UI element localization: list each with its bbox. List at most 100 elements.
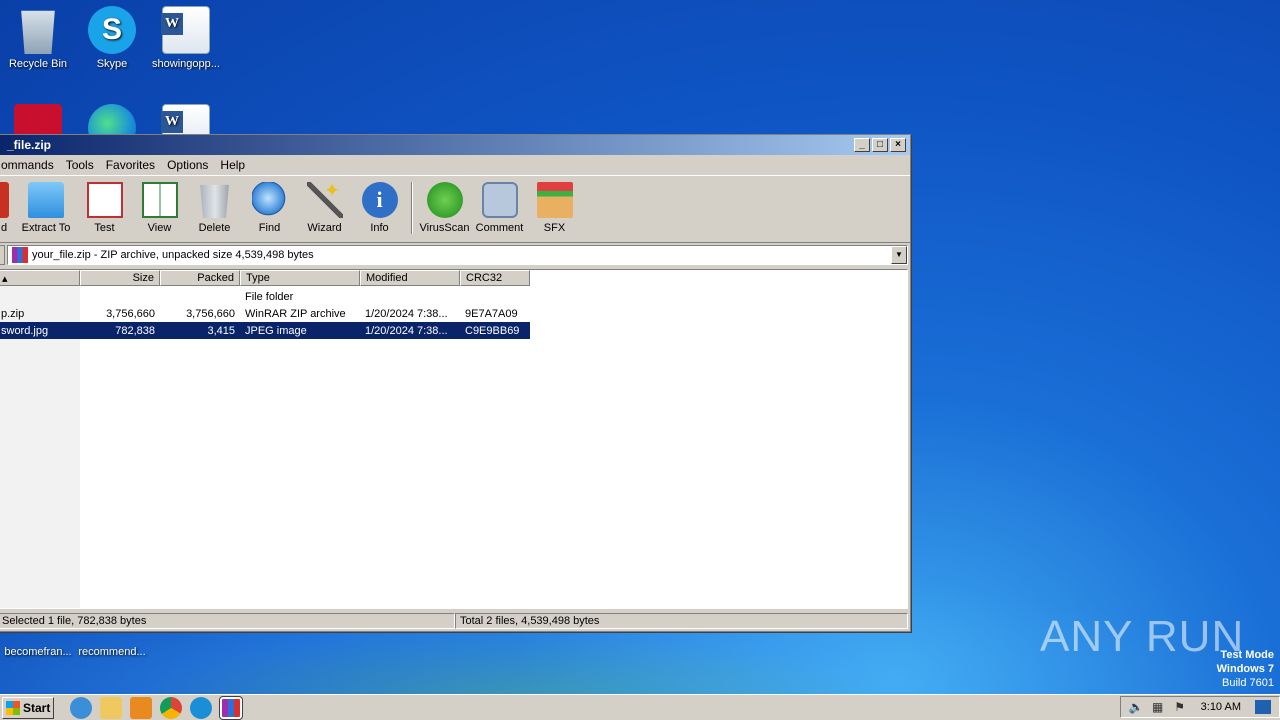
clock[interactable]: 3:10 AM: [1195, 701, 1247, 713]
edge-taskbar-icon[interactable]: [190, 696, 212, 719]
desktop-icon-recycle-bin[interactable]: Recycle Bin: [0, 6, 76, 70]
desktop-icon-becomefran[interactable]: becomefran...: [0, 646, 76, 658]
cell-packed: 3,756,660: [186, 307, 235, 320]
wizard-button[interactable]: Wizard: [297, 178, 352, 234]
address-field[interactable]: your_file.zip - ZIP archive, unpacked si…: [7, 245, 908, 265]
cell-crc32: 9E7A7A09: [465, 307, 518, 320]
status-selection: Selected 1 file, 782,838 bytes: [0, 613, 455, 629]
table-row[interactable]: p.zip 3,756,660 3,756,660 WinRAR ZIP arc…: [0, 305, 530, 322]
add-button[interactable]: d: [0, 180, 15, 234]
test-checklist-icon: [86, 182, 123, 218]
desktop-icon-showingopp[interactable]: W showingopp...: [148, 6, 224, 70]
comment-label: Comment: [475, 222, 524, 234]
address-dropdown-button[interactable]: ▼: [891, 246, 907, 264]
extract-to-button[interactable]: Extract To: [15, 180, 77, 234]
word-document-icon: W: [161, 6, 210, 54]
menu-help[interactable]: Help: [214, 158, 251, 175]
file-explorer-icon[interactable]: [100, 696, 122, 719]
volume-icon[interactable]: 🔈: [1129, 700, 1144, 714]
column-crc32[interactable]: CRC32: [460, 270, 530, 286]
chrome-icon[interactable]: [160, 696, 182, 719]
desktop-icon-skype[interactable]: S Skype: [74, 6, 150, 70]
cell-crc32: C9E9BB69: [465, 324, 520, 337]
address-bar: your_file.zip - ZIP archive, unpacked si…: [0, 243, 910, 267]
find-label: Find: [258, 222, 281, 234]
find-button[interactable]: Find: [242, 180, 297, 234]
address-text: your_file.zip - ZIP archive, unpacked si…: [32, 249, 314, 261]
up-folder-button[interactable]: [0, 245, 5, 265]
start-button[interactable]: Start: [2, 696, 54, 719]
sfx-label: SFX: [543, 222, 566, 234]
column-modified[interactable]: Modified: [360, 270, 460, 286]
maximize-button[interactable]: □: [872, 138, 888, 152]
winrar-archive-icon: [12, 247, 28, 263]
windows-version-line: Windows 7: [1216, 663, 1274, 675]
toolbar-separator: [411, 182, 413, 234]
comment-icon: [481, 182, 518, 218]
cell-type: JPEG image: [245, 324, 307, 337]
view-button[interactable]: View: [132, 180, 187, 234]
magnifier-icon: [251, 182, 288, 218]
comment-button[interactable]: Comment: [472, 180, 527, 234]
cell-name: p.zip: [1, 307, 25, 320]
table-row[interactable]: File folder: [0, 288, 530, 305]
column-name[interactable]: ▴: [0, 270, 80, 286]
folder-extract-icon: [28, 182, 64, 218]
book-view-icon: [141, 182, 178, 218]
desktop-icon-label: becomefran...: [4, 646, 72, 658]
test-mode-line: Test Mode: [1220, 649, 1274, 661]
winrar-window: _file.zip _ □ × ommands Tools Favorites …: [0, 134, 911, 632]
cell-packed: 3,415: [207, 324, 235, 337]
column-header: ▴ Size Packed Type Modified CRC32: [0, 270, 530, 286]
delete-label: Delete: [198, 222, 231, 234]
test-label: Test: [94, 222, 115, 234]
cell-modified: 1/20/2024 7:38...: [365, 324, 448, 337]
desktop-icon-label: recommend...: [78, 646, 146, 658]
extract-to-label: Extract To: [21, 222, 71, 234]
toolbar: d Extract To Test View Delete Find Wizar…: [0, 175, 910, 243]
column-type[interactable]: Type: [240, 270, 360, 286]
add-icon: [0, 182, 9, 218]
info-button[interactable]: i Info: [352, 180, 407, 234]
sfx-button[interactable]: SFX: [527, 180, 582, 234]
test-button[interactable]: Test: [77, 180, 132, 234]
action-center-flag-icon[interactable]: ⚑: [1173, 700, 1187, 714]
network-icon[interactable]: ▦: [1151, 700, 1165, 714]
wizard-label: Wizard: [307, 222, 342, 234]
desktop-icon-label: Skype: [96, 58, 128, 70]
view-label: View: [147, 222, 172, 234]
menu-tools[interactable]: Tools: [60, 158, 100, 175]
status-total: Total 2 files, 4,539,498 bytes: [455, 613, 908, 629]
cell-size: 782,838: [115, 324, 155, 337]
minimize-button[interactable]: _: [854, 138, 870, 152]
table-row-selected[interactable]: sword.jpg 782,838 3,415 JPEG image 1/20/…: [0, 322, 530, 339]
desktop-icon-recommend[interactable]: recommend...: [74, 646, 150, 658]
windows-logo-icon: [6, 700, 20, 715]
window-title: _file.zip: [7, 138, 52, 152]
taskbar: Start 🔈 ▦ ⚑ 3:10 AM: [0, 694, 1280, 720]
build-line: Build 7601: [1222, 677, 1274, 689]
delete-button[interactable]: Delete: [187, 180, 242, 234]
cell-name: sword.jpg: [1, 324, 49, 337]
media-player-icon[interactable]: [130, 696, 152, 719]
cell-type: WinRAR ZIP archive: [245, 307, 346, 320]
column-packed[interactable]: Packed: [160, 270, 240, 286]
menu-favorites[interactable]: Favorites: [100, 158, 161, 175]
file-list[interactable]: ▴ Size Packed Type Modified CRC32 File f…: [0, 269, 908, 609]
close-button[interactable]: ×: [890, 138, 906, 152]
status-bar: Selected 1 file, 782,838 bytes Total 2 f…: [0, 611, 910, 631]
add-label: d: [1, 222, 8, 234]
sfx-box-icon: [536, 182, 573, 218]
file-rows: File folder p.zip 3,756,660 3,756,660 Wi…: [0, 288, 530, 339]
title-bar[interactable]: _file.zip _ □ ×: [0, 135, 910, 155]
cell-type: File folder: [245, 290, 294, 303]
show-desktop-icon[interactable]: [1255, 700, 1271, 714]
test-mode-watermark: Test Mode Windows 7 Build 7601: [1217, 648, 1274, 690]
menu-commands[interactable]: ommands: [0, 158, 60, 175]
virus-bug-icon: [426, 182, 463, 218]
virusscan-button[interactable]: VirusScan: [417, 180, 472, 234]
column-size[interactable]: Size: [80, 270, 160, 286]
menu-options[interactable]: Options: [161, 158, 214, 175]
internet-explorer-icon[interactable]: [70, 696, 92, 719]
winrar-taskbar-icon[interactable]: [219, 695, 243, 720]
